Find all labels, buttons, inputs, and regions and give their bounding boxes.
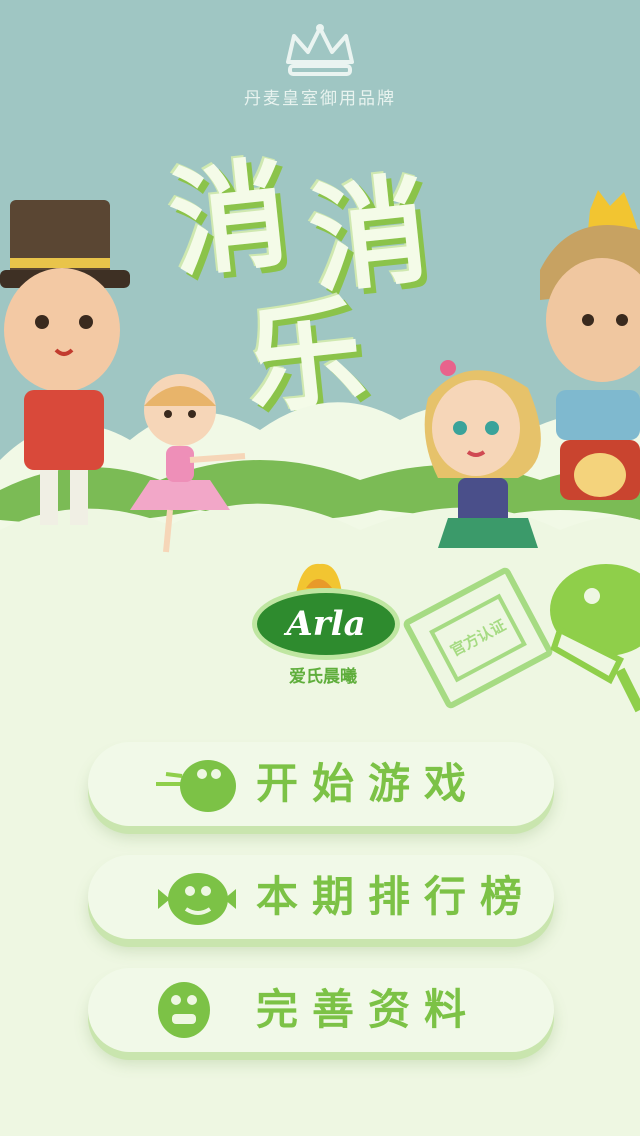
- arla-logo: Arla 爱氏晨曦: [248, 558, 400, 688]
- brand-subtitle: 丹麦皇室御用品牌: [244, 89, 396, 109]
- title-char: 消: [163, 144, 295, 294]
- prince-character: [540, 190, 640, 500]
- arla-badge: Arla: [252, 588, 400, 660]
- ballerina-character: [130, 374, 246, 553]
- complete-profile-label: 完善资料: [256, 985, 481, 1034]
- monster-icon: [158, 982, 210, 1038]
- start-game-button[interactable]: 开始游戏: [88, 742, 554, 826]
- princess-character: [424, 360, 541, 548]
- leaderboard-button[interactable]: 本期排行榜: [88, 855, 554, 939]
- arla-wordmark: Arla: [286, 604, 366, 644]
- start-game-label: 开始游戏: [256, 759, 481, 808]
- arla-subtitle: 爱氏晨曦: [289, 667, 357, 687]
- complete-profile-button[interactable]: 完善资料: [88, 968, 554, 1052]
- crown-icon: [286, 24, 354, 76]
- stamp-text: 官方认证: [429, 593, 527, 683]
- monster-icon: [158, 873, 236, 925]
- monster-icon: [550, 564, 640, 713]
- monster-icon: [156, 760, 236, 812]
- leaderboard-label: 本期排行榜: [256, 872, 537, 921]
- title-char: 消: [303, 160, 435, 310]
- soldier-character: [0, 200, 130, 525]
